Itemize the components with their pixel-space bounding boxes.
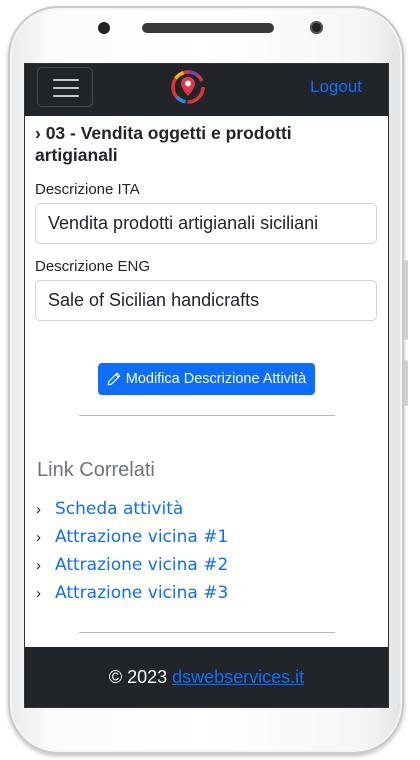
section-title: › 03 - Vendita oggetti e prodotti artigi…: [35, 123, 292, 165]
hamburger-icon: [53, 95, 79, 97]
related-links-list: › Scheda attività › Attrazione vicina #1…: [35, 495, 378, 607]
edit-button-label: Modifica Descrizione Attività: [125, 371, 307, 387]
hamburger-icon: [53, 79, 79, 81]
map-pin-logo-icon[interactable]: [170, 69, 206, 105]
related-link-attrazione-1[interactable]: Attrazione vicina #1: [55, 527, 228, 547]
list-item: › Attrazione vicina #2: [35, 551, 378, 579]
related-link-attrazione-3[interactable]: Attrazione vicina #3: [55, 583, 228, 603]
related-links-title: Link Correlati: [37, 459, 155, 481]
description-ita-field[interactable]: Vendita prodotti artigianali siciliani: [35, 203, 377, 244]
field-label-ita: Descrizione ITA: [35, 181, 140, 198]
sensor-dot: [98, 22, 110, 34]
field-label-eng: Descrizione ENG: [35, 258, 151, 275]
main-content: › 03 - Vendita oggetti e prodotti artigi…: [25, 116, 388, 633]
chevron-right-icon: ›: [36, 584, 41, 602]
edit-description-button[interactable]: Modifica Descrizione Attività: [97, 363, 316, 395]
footer: © 2023 dswebservices.it: [25, 647, 388, 707]
copyright-text: © 2023: [108, 666, 168, 687]
chevron-right-icon: ›: [36, 528, 41, 546]
list-item: › Attrazione vicina #3: [35, 579, 378, 607]
related-link-scheda[interactable]: Scheda attività: [55, 499, 183, 519]
pencil-icon: [107, 372, 121, 386]
app-screen: Logout › 03 - Vendita oggetti e prodotti…: [24, 63, 389, 708]
chevron-right-icon: ›: [36, 556, 41, 574]
earpiece-speaker: [142, 23, 274, 33]
navbar: Logout: [25, 64, 388, 116]
volume-button: [404, 260, 408, 340]
list-item: › Scheda attività: [35, 495, 378, 523]
power-button: [404, 360, 408, 406]
divider: [78, 415, 335, 416]
menu-toggle-button[interactable]: [37, 67, 93, 107]
list-item: › Attrazione vicina #1: [35, 523, 378, 551]
description-eng-field[interactable]: Sale of Sicilian handicrafts: [35, 280, 377, 321]
front-camera: [310, 21, 323, 34]
related-link-attrazione-2[interactable]: Attrazione vicina #2: [55, 555, 228, 575]
chevron-right-icon: ›: [36, 500, 41, 518]
button-wrap: Modifica Descrizione Attività: [35, 363, 378, 395]
hamburger-icon: [53, 87, 79, 89]
logout-link[interactable]: Logout: [310, 77, 362, 97]
footer-site-link[interactable]: dswebservices.it: [172, 667, 304, 688]
divider: [78, 632, 335, 633]
